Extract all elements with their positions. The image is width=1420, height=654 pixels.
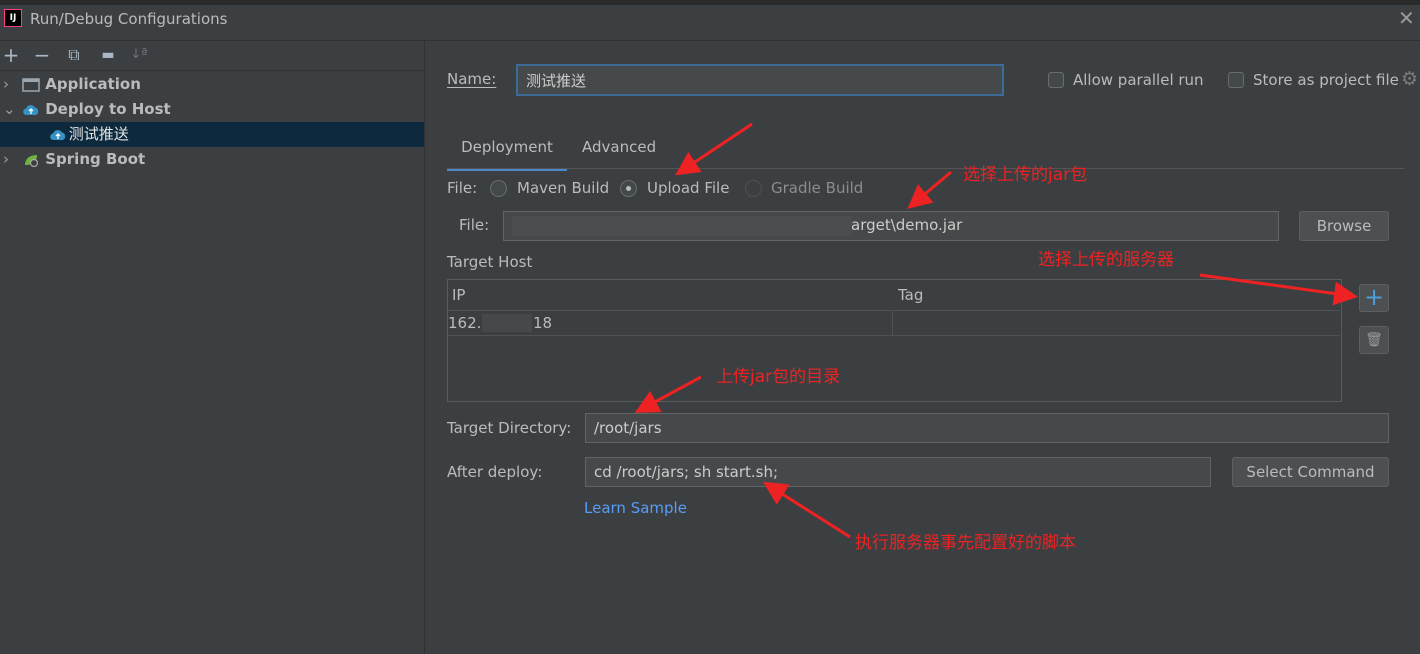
annotation-arrow-dir <box>634 375 702 413</box>
annotation-upload-dir: 上传jar包的目录 <box>716 367 841 387</box>
annotation-arrow-script <box>762 481 851 539</box>
annotation-select-jar: 选择上传的jar包 <box>963 165 1088 185</box>
annotation-arrow-server <box>1199 273 1358 306</box>
annotation-arrow-jar <box>907 170 952 209</box>
annotation-run-script: 执行服务器事先配置好的脚本 <box>855 533 1076 553</box>
annotation-select-server: 选择上传的服务器 <box>1038 250 1174 270</box>
annotation-arrow-upload <box>675 122 753 176</box>
annotation-arrows <box>634 122 1358 539</box>
